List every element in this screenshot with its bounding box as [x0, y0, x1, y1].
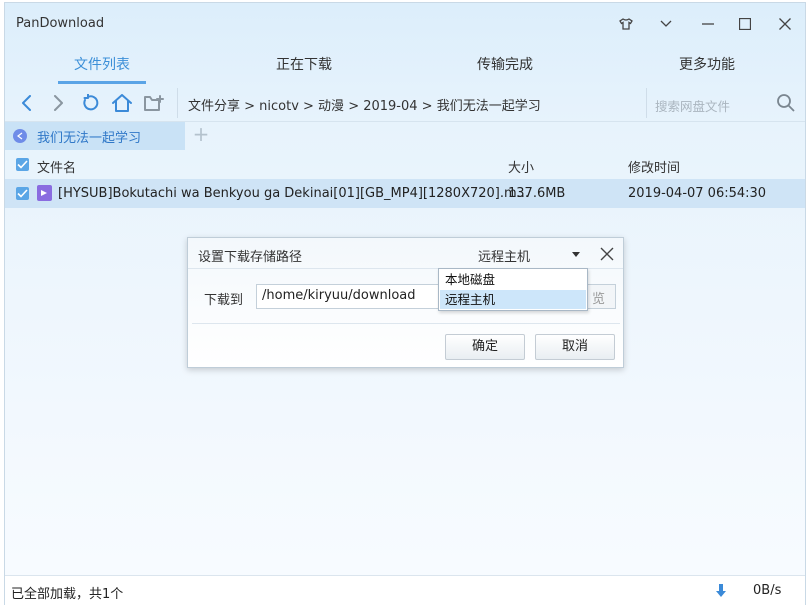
main-tabs: 文件列表 正在下载 传输完成 更多功能 [5, 45, 805, 85]
status-text: 已全部加载，共1个 [11, 587, 124, 602]
chevron-down-icon[interactable] [653, 12, 679, 36]
path-bar[interactable]: 文件分享 > nicotv > 动漫 > 2019-04 > 我们无法一起学习 [177, 88, 645, 118]
status-bar: 已全部加载，共1个 0B/s [5, 575, 805, 605]
file-name: [HYSUB]Bokutachi wa Benkyou ga Dekinai[0… [58, 186, 530, 201]
cancel-button[interactable]: 取消 [535, 334, 615, 360]
option-remote-host[interactable]: 远程主机 [440, 290, 586, 309]
column-name[interactable]: 文件名 [37, 157, 76, 176]
refresh-icon[interactable] [78, 91, 102, 115]
download-to-label: 下载到 [204, 293, 244, 308]
option-local-disk[interactable]: 本地磁盘 [440, 270, 586, 289]
table-row[interactable]: [HYSUB]Bokutachi wa Benkyou ga Dekinai[0… [5, 179, 805, 208]
folder-tab-active[interactable]: 我们无法一起学习 [5, 122, 185, 150]
video-file-icon [37, 185, 52, 201]
file-modified: 2019-04-07 06:54:30 [628, 186, 767, 201]
tab-downloading[interactable]: 正在下载 [260, 45, 348, 85]
add-tab-button[interactable]: + [191, 124, 211, 146]
minimize-button[interactable] [695, 12, 721, 36]
app-title: PanDownload [16, 16, 105, 31]
new-folder-icon[interactable] [142, 91, 166, 115]
download-speed: 0B/s [753, 583, 782, 598]
search-input[interactable]: 搜索网盘文件 [646, 88, 804, 118]
search-icon[interactable] [776, 93, 796, 113]
search-placeholder: 搜索网盘文件 [655, 99, 731, 114]
maximize-button[interactable] [732, 12, 758, 36]
dropdown-arrow-icon[interactable] [572, 252, 580, 257]
download-arrow-icon [716, 584, 726, 597]
title-bar: PanDownload [5, 3, 805, 45]
column-size[interactable]: 大小 [508, 157, 534, 176]
tab-completed[interactable]: 传输完成 [461, 45, 549, 85]
toolbar: 文件分享 > nicotv > 动漫 > 2019-04 > 我们无法一起学习 … [5, 85, 805, 121]
close-button[interactable] [772, 12, 798, 36]
tab-more[interactable]: 更多功能 [663, 45, 751, 85]
forward-icon[interactable] [46, 91, 70, 115]
storage-mode-dropdown: 本地磁盘 远程主机 [438, 268, 588, 311]
select-all-checkbox[interactable] [16, 158, 29, 171]
ok-button[interactable]: 确定 [445, 334, 525, 360]
divider [192, 323, 620, 324]
storage-mode-select[interactable]: 远程主机 [478, 246, 530, 265]
file-size: 137.6MB [508, 186, 566, 201]
download-path-input[interactable]: /home/kiryuu/download [256, 284, 446, 309]
home-icon[interactable] [110, 91, 134, 115]
folder-tabs: 我们无法一起学习 + [5, 121, 805, 150]
dialog-title: 设置下载存储路径 [198, 250, 303, 265]
list-header: 文件名 大小 修改时间 [5, 149, 805, 179]
dialog-close-icon[interactable] [598, 245, 616, 263]
breadcrumb: 文件分享 > nicotv > 动漫 > 2019-04 > 我们无法一起学习 [188, 99, 541, 114]
skin-icon[interactable] [613, 12, 639, 36]
back-icon[interactable] [15, 91, 39, 115]
share-icon [13, 129, 27, 143]
row-checkbox[interactable] [16, 187, 29, 200]
column-modified[interactable]: 修改时间 [628, 157, 680, 176]
tab-file-list[interactable]: 文件列表 [58, 45, 146, 85]
folder-tab-label: 我们无法一起学习 [37, 131, 142, 146]
